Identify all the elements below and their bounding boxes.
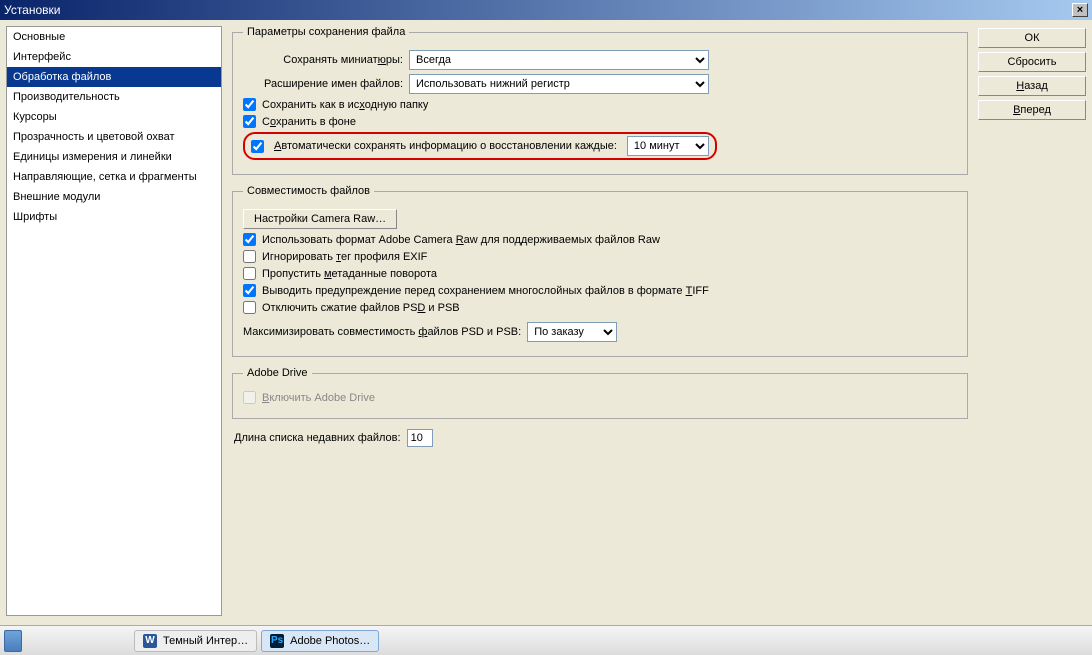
thumbnails-select[interactable]: Всегда xyxy=(409,50,709,70)
sidebar-item-fonts[interactable]: Шрифты xyxy=(7,207,221,227)
forward-button[interactable]: Вперед xyxy=(978,100,1086,120)
extension-select[interactable]: Использовать нижний регистр xyxy=(409,74,709,94)
thumbnails-label: Сохранять миниатюры: xyxy=(243,54,403,66)
compatibility-group: Совместимость файлов Настройки Camera Ra… xyxy=(232,185,968,357)
word-icon: W xyxy=(143,634,157,648)
auto-save-checkbox[interactable] xyxy=(251,140,264,153)
sidebar-item-file-handling[interactable]: Обработка файлов xyxy=(7,67,221,87)
taskbar-item-photoshop[interactable]: Ps Adobe Photos… xyxy=(261,630,379,652)
sidebar-item-cursors[interactable]: Курсоры xyxy=(7,107,221,127)
save-original-label[interactable]: Сохранить как в исходную папку xyxy=(262,99,428,111)
use-camera-raw-label[interactable]: Использовать формат Adobe Camera Raw для… xyxy=(262,234,660,246)
sidebar-item-performance[interactable]: Производительность xyxy=(7,87,221,107)
use-camera-raw-checkbox[interactable] xyxy=(243,233,256,246)
ok-button[interactable]: ОК xyxy=(978,28,1086,48)
start-fragment[interactable] xyxy=(4,630,22,652)
back-button[interactable]: Назад xyxy=(978,76,1086,96)
compatibility-legend: Совместимость файлов xyxy=(243,185,374,197)
extension-label: Расширение имен файлов: xyxy=(243,78,403,90)
skip-rotation-metadata-label[interactable]: Пропустить метаданные поворота xyxy=(262,268,437,280)
sidebar-item-guides[interactable]: Направляющие, сетка и фрагменты xyxy=(7,167,221,187)
taskbar-item-word[interactable]: W Темный Интер… xyxy=(134,630,257,652)
warn-tiff-label[interactable]: Выводить предупреждение перед сохранение… xyxy=(262,285,709,297)
photoshop-icon: Ps xyxy=(270,634,284,648)
disable-compression-label[interactable]: Отключить сжатие файлов PSD и PSB xyxy=(262,302,460,314)
adobe-drive-legend: Adobe Drive xyxy=(243,367,312,379)
file-saving-group: Параметры сохранения файла Сохранять мин… xyxy=(232,26,968,175)
file-saving-legend: Параметры сохранения файла xyxy=(243,26,409,38)
auto-save-interval-select[interactable]: 10 минут xyxy=(627,136,709,156)
recent-files-label: Длина списка недавних файлов: xyxy=(234,432,401,444)
taskbar-item-label: Adobe Photos… xyxy=(290,635,370,647)
enable-adobe-drive-checkbox xyxy=(243,391,256,404)
save-background-checkbox[interactable] xyxy=(243,115,256,128)
maximize-compat-select[interactable]: По заказу xyxy=(527,322,617,342)
reset-button[interactable]: Сбросить xyxy=(978,52,1086,72)
save-background-label[interactable]: Сохранить в фоне xyxy=(262,116,356,128)
disable-compression-checkbox[interactable] xyxy=(243,301,256,314)
enable-adobe-drive-label: Включить Adobe Drive xyxy=(262,392,375,404)
ignore-exif-checkbox[interactable] xyxy=(243,250,256,263)
window-title: Установки xyxy=(4,3,60,17)
camera-raw-button[interactable]: Настройки Camera Raw… xyxy=(243,209,397,229)
sidebar-item-interface[interactable]: Интерфейс xyxy=(7,47,221,67)
save-original-checkbox[interactable] xyxy=(243,98,256,111)
category-sidebar: Основные Интерфейс Обработка файлов Прои… xyxy=(6,26,222,616)
sidebar-item-transparency[interactable]: Прозрачность и цветовой охват xyxy=(7,127,221,147)
taskbar: W Темный Интер… Ps Adobe Photos… xyxy=(0,625,1092,655)
adobe-drive-group: Adobe Drive Включить Adobe Drive xyxy=(232,367,968,419)
close-button[interactable]: × xyxy=(1072,3,1088,17)
recent-files-input[interactable] xyxy=(407,429,433,447)
taskbar-item-label: Темный Интер… xyxy=(163,635,248,647)
maximize-compat-label: Максимизировать совместимость файлов PSD… xyxy=(243,326,521,338)
ignore-exif-label[interactable]: Игнорировать тег профиля EXIF xyxy=(262,251,427,263)
auto-save-label[interactable]: Автоматически сохранять информацию о вос… xyxy=(274,140,617,152)
skip-rotation-metadata-checkbox[interactable] xyxy=(243,267,256,280)
sidebar-item-plugins[interactable]: Внешние модули xyxy=(7,187,221,207)
warn-tiff-checkbox[interactable] xyxy=(243,284,256,297)
sidebar-item-units[interactable]: Единицы измерения и линейки xyxy=(7,147,221,167)
sidebar-item-general[interactable]: Основные xyxy=(7,27,221,47)
auto-save-highlight: Автоматически сохранять информацию о вос… xyxy=(243,132,717,160)
